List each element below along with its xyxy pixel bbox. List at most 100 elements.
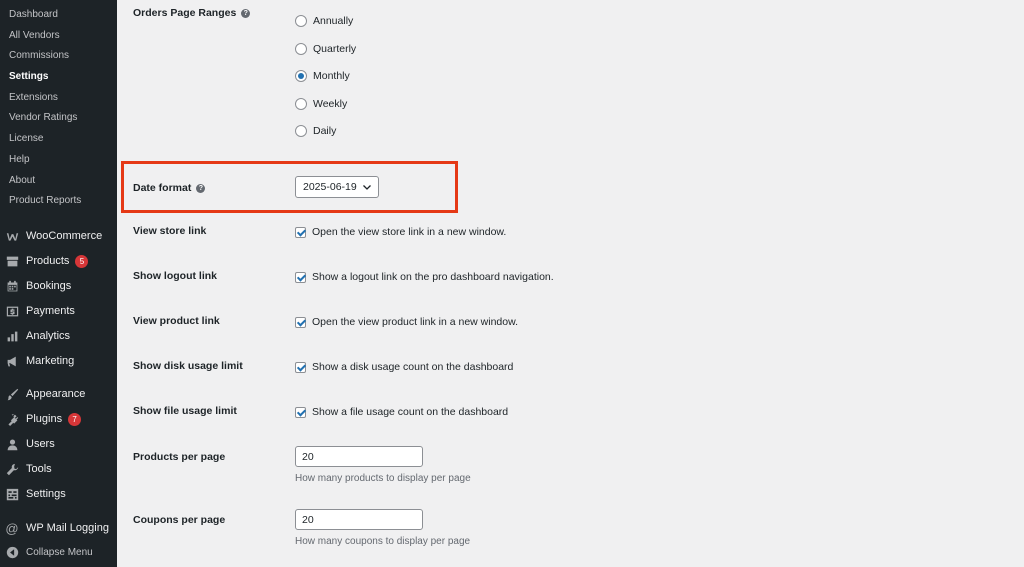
show-logout-link-label: Show logout link [133, 270, 217, 282]
collapse-menu-button[interactable]: Collapse Menu [5, 543, 115, 561]
radio-monthly[interactable]: Monthly [295, 70, 350, 82]
radio-annually[interactable]: Annually [295, 15, 353, 27]
radio-button[interactable] [295, 43, 307, 55]
coupons-per-page-label: Coupons per page [133, 514, 226, 526]
payments-icon [5, 304, 19, 318]
menu-label: Payments [26, 305, 75, 317]
submenu-license[interactable]: License [9, 133, 43, 145]
radio-button[interactable] [295, 15, 307, 27]
radio-label: Monthly [313, 70, 350, 82]
products-per-page-input[interactable]: 20 [295, 446, 423, 467]
menu-plugins[interactable]: Plugins 7 [5, 410, 115, 428]
products-per-page-description: How many products to display per page [295, 473, 471, 484]
menu-label: Marketing [26, 355, 75, 367]
input-value: 20 [302, 513, 314, 526]
woocommerce-icon [5, 229, 19, 243]
checkbox-label: Show a file usage count on the dashboard [312, 406, 509, 418]
menu-woocommerce[interactable]: WooCommerce [5, 227, 115, 245]
view-store-link-label: View store link [133, 225, 207, 237]
show-logout-link-checkbox[interactable] [295, 271, 306, 283]
submenu-about[interactable]: About [9, 175, 35, 187]
menu-label: Settings [26, 488, 66, 500]
checkbox-label: Open the view store link in a new window… [312, 226, 507, 238]
show-logout-link-option[interactable]: Show a logout link on the pro dashboard … [295, 271, 554, 283]
date-format-select[interactable]: 2025-06-19 [295, 176, 379, 198]
radio-label: Annually [313, 15, 354, 27]
view-product-link-label: View product link [133, 315, 220, 327]
radio-quarterly[interactable]: Quarterly [295, 43, 356, 55]
radio-daily[interactable]: Daily [295, 125, 336, 137]
submenu-dashboard[interactable]: Dashboard [9, 9, 58, 21]
plugins-count-badge: 7 [68, 412, 82, 426]
menu-label: Users [26, 438, 55, 450]
show-file-usage-option[interactable]: Show a file usage count on the dashboard [295, 406, 508, 418]
view-store-link-option[interactable]: Open the view store link in a new window… [295, 226, 506, 238]
date-format-label-text: Date format [133, 182, 192, 194]
menu-marketing[interactable]: Marketing [5, 352, 115, 370]
radio-button[interactable] [295, 125, 307, 137]
analytics-icon [5, 329, 19, 343]
menu-tools[interactable]: Tools [5, 460, 115, 478]
user-icon [5, 437, 19, 451]
radio-label: Quarterly [313, 43, 357, 55]
view-product-link-checkbox[interactable] [295, 316, 306, 328]
menu-appearance[interactable]: Appearance [5, 385, 115, 403]
radio-button-selected[interactable] [295, 70, 307, 82]
megaphone-icon [5, 354, 19, 368]
paintbrush-icon [5, 387, 19, 401]
menu-label: Collapse Menu [26, 546, 93, 558]
menu-label: Bookings [26, 280, 72, 292]
radio-button[interactable] [295, 98, 307, 110]
coupons-per-page-description: How many coupons to display per page [295, 536, 471, 547]
show-file-usage-checkbox[interactable] [295, 406, 306, 418]
submenu-extensions[interactable]: Extensions [9, 92, 58, 104]
coupons-per-page-input[interactable]: 20 [295, 509, 423, 530]
radio-weekly[interactable]: Weekly [295, 98, 347, 110]
menu-settings[interactable]: Settings [5, 485, 115, 503]
orders-ranges-label: Orders Page Ranges ? [133, 7, 251, 19]
view-store-link-checkbox[interactable] [295, 226, 306, 238]
submenu-all-vendors[interactable]: All Vendors [9, 30, 60, 42]
checkbox-label: Show a disk usage count on the dashboard [312, 361, 514, 373]
menu-users[interactable]: Users [5, 435, 115, 453]
help-icon[interactable]: ? [196, 183, 206, 193]
menu-analytics[interactable]: Analytics [5, 327, 115, 345]
submenu-help[interactable]: Help [9, 154, 30, 166]
show-disk-usage-checkbox[interactable] [295, 361, 306, 373]
date-format-value: 2025-06-19 [303, 181, 357, 193]
at-icon: @ [5, 520, 19, 536]
radio-label: Daily [313, 125, 337, 137]
chevron-down-icon [363, 185, 371, 190]
admin-sidebar: Dashboard All Vendors Commissions Settin… [0, 0, 117, 567]
menu-products[interactable]: Products 5 [5, 252, 115, 270]
menu-bookings[interactable]: Bookings [5, 277, 115, 295]
date-format-label: Date format ? [133, 182, 206, 194]
show-disk-usage-label: Show disk usage limit [133, 360, 243, 372]
menu-label: Appearance [26, 388, 86, 400]
collapse-icon [5, 545, 19, 559]
submenu-product-reports[interactable]: Product Reports [9, 195, 81, 207]
orders-ranges-label-text: Orders Page Ranges [133, 7, 237, 19]
show-disk-usage-option[interactable]: Show a disk usage count on the dashboard [295, 361, 513, 373]
products-icon [5, 254, 19, 268]
wrench-icon [5, 462, 19, 476]
submenu-settings[interactable]: Settings [9, 71, 48, 83]
products-count-badge: 5 [75, 254, 89, 268]
input-value: 20 [302, 450, 314, 463]
menu-payments[interactable]: Payments [5, 302, 115, 320]
radio-label: Weekly [313, 98, 348, 110]
plugin-icon [5, 412, 19, 426]
menu-label: Analytics [26, 330, 71, 342]
submenu-vendor-ratings[interactable]: Vendor Ratings [9, 112, 77, 124]
menu-label: WooCommerce [26, 230, 103, 242]
products-per-page-label: Products per page [133, 451, 226, 463]
submenu-commissions[interactable]: Commissions [9, 50, 69, 62]
menu-label: Plugins [26, 413, 63, 425]
menu-label: Tools [26, 463, 52, 475]
checkbox-label: Show a logout link on the pro dashboard … [312, 271, 554, 283]
calendar-icon [5, 279, 19, 293]
menu-wp-mail-logging[interactable]: @ WP Mail Logging [5, 519, 115, 537]
show-file-usage-label: Show file usage limit [133, 405, 237, 417]
view-product-link-option[interactable]: Open the view product link in a new wind… [295, 316, 518, 328]
help-icon[interactable]: ? [241, 8, 251, 18]
